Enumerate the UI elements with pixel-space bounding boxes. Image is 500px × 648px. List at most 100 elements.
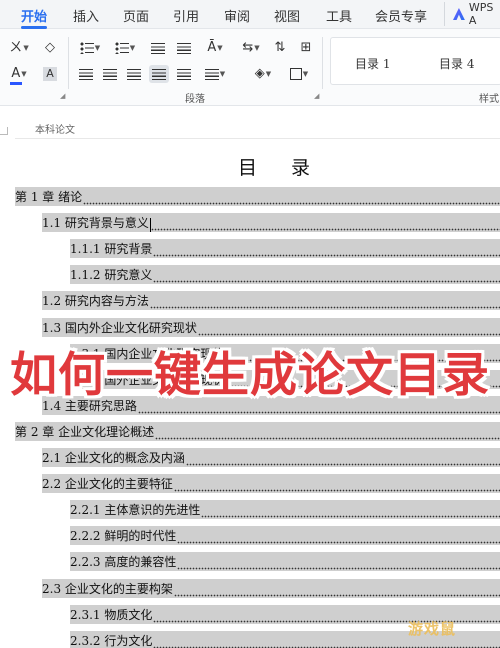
chevron-down-icon: ▼: [217, 44, 223, 52]
toc-entry[interactable]: 第 1 章 绪论: [15, 187, 500, 206]
justify-icon: [152, 68, 166, 80]
toc-dot-leader: [150, 215, 500, 232]
toc-entry-text: 2.2.1 主体意识的先进性: [70, 503, 201, 517]
toc-entry-text: 第 1 章 绪论: [15, 190, 83, 204]
align-center-button[interactable]: [102, 65, 118, 83]
distributed-align-icon: [177, 68, 191, 80]
sort-button[interactable]: ⇅: [272, 39, 288, 57]
text-direction-button[interactable]: Ā ▼: [202, 39, 228, 57]
toc-entry-text: 2.2 企业文化的主要特征: [42, 477, 173, 491]
toc-entry[interactable]: 2.2.2 鲜明的时代性: [70, 526, 500, 545]
toc-entry-text: 第 2 章 企业文化理论概述: [15, 425, 155, 439]
toc-dot-leader: [155, 424, 500, 441]
line-break-icon: ⇆: [242, 40, 254, 55]
toc-entry[interactable]: 第 2 章 企业文化理论概述: [15, 422, 500, 441]
align-right-button[interactable]: [126, 65, 142, 83]
font-color-icon: A: [10, 66, 23, 85]
chevron-down-icon: ▼: [23, 44, 29, 52]
tab-member[interactable]: 会员专享: [375, 6, 427, 25]
toc-dot-leader: [201, 502, 500, 519]
sort-icon: ⇅: [274, 40, 286, 55]
header-divider: [15, 138, 500, 139]
style-gallery: 目录 1 目录 4: [330, 37, 500, 85]
tab-tools[interactable]: 工具: [326, 6, 352, 25]
toc-dot-leader: [177, 528, 500, 545]
show-marks-button[interactable]: ⊞: [298, 39, 314, 57]
toc-dot-leader: [153, 241, 500, 258]
toc-dot-leader: [185, 450, 500, 467]
toc-dot-leader: [83, 189, 500, 206]
margin-corner-mark: [0, 127, 8, 135]
headline-text: 如何一键生成论文目录: [10, 347, 490, 403]
paragraph-group-label: 段落: [185, 94, 205, 105]
align-right-icon: [127, 68, 141, 80]
bullet-list-icon: [79, 42, 94, 54]
style-toc1[interactable]: 目录 1: [355, 55, 390, 72]
tab-view[interactable]: 视图: [274, 6, 300, 25]
toc-entry[interactable]: 1.1.2 研究意义: [70, 265, 500, 284]
toc-entry-text: 1.1 研究背景与意义: [42, 216, 149, 230]
text-direction-icon: Ā: [207, 40, 217, 55]
watermark: 游戏鼠: [407, 619, 456, 638]
tab-insert[interactable]: 插入: [73, 6, 99, 25]
toc-entry-text: 2.1 企业文化的概念及内涵: [42, 451, 185, 465]
overlay-headline: 如何一键生成论文目录: [0, 333, 500, 407]
toc-entry[interactable]: 2.1 企业文化的概念及内涵: [42, 448, 500, 467]
chevron-down-icon: ▼: [265, 70, 272, 78]
toc-entry[interactable]: 2.2 企业文化的主要特征: [42, 474, 500, 493]
paragraph-dialog-launcher-icon[interactable]: ◢: [314, 92, 319, 100]
toc-entry[interactable]: 2.3 企业文化的主要构架: [42, 579, 500, 598]
toc-entry[interactable]: 2.2.1 主体意识的先进性: [70, 500, 500, 519]
justify-button[interactable]: [149, 65, 169, 83]
toc-entry[interactable]: 1.2 研究内容与方法: [42, 291, 500, 310]
toc-entry[interactable]: 2.2.3 高度的兼容性: [70, 552, 500, 571]
toc-entry-text: 2.3.1 物质文化: [70, 608, 153, 622]
chevron-down-icon: ▼: [219, 70, 226, 78]
line-spacing-icon: [204, 68, 219, 80]
toc-entry-text: 2.3.2 行为文化: [70, 634, 153, 648]
character-shading-icon: A: [43, 67, 57, 81]
styles-group-label: 样式: [479, 94, 499, 105]
tab-page[interactable]: 页面: [123, 6, 149, 25]
toc-entry-text: 1.1.1 研究背景: [70, 242, 153, 256]
line-spacing-button[interactable]: ▼: [202, 65, 228, 83]
toc-entry[interactable]: 1.1.1 研究背景: [70, 239, 500, 258]
wps-ai-button[interactable]: WPS A: [444, 1, 500, 27]
toc-entry[interactable]: 1.1 研究背景与意义: [42, 213, 500, 232]
character-shading-button[interactable]: A: [42, 65, 58, 83]
shading-button[interactable]: ◈ ▼: [250, 65, 276, 83]
toc-entry-text: 2.2.2 鲜明的时代性: [70, 529, 177, 543]
phonetic-guide-button[interactable]: ㄨ ▼: [6, 39, 32, 57]
font-color-button[interactable]: A ▼: [6, 65, 32, 85]
toc-entry-text: 2.3 企业文化的主要构架: [42, 582, 173, 596]
border-icon: [289, 68, 302, 80]
chevron-down-icon: ▼: [21, 70, 27, 78]
increase-indent-button[interactable]: [176, 39, 192, 57]
clear-format-button[interactable]: ◇: [42, 39, 58, 57]
show-marks-icon: ⊞: [300, 40, 312, 55]
tab-references[interactable]: 引用: [173, 6, 199, 25]
decrease-indent-button[interactable]: [150, 39, 166, 57]
numbered-list-icon: [114, 42, 129, 54]
ribbon-separator: [322, 37, 323, 89]
numbered-list-button[interactable]: ▼: [113, 39, 137, 57]
borders-button[interactable]: ▼: [286, 65, 312, 83]
toc-title: 目 录: [238, 157, 325, 179]
decrease-indent-icon: [151, 42, 165, 54]
toc-dot-leader: [153, 267, 500, 284]
chevron-down-icon: ▼: [94, 44, 101, 52]
font-dialog-launcher-icon[interactable]: ◢: [60, 92, 65, 100]
distributed-align-button[interactable]: [176, 65, 192, 83]
toc-entry-text: 2.2.3 高度的兼容性: [70, 555, 177, 569]
tab-home[interactable]: 开始: [21, 6, 47, 25]
line-break-button[interactable]: ⇆ ▼: [238, 39, 264, 57]
toc-dot-leader: [177, 554, 500, 571]
style-toc4[interactable]: 目录 4: [439, 55, 474, 72]
align-left-icon: [79, 68, 93, 80]
bullet-list-button[interactable]: ▼: [78, 39, 102, 57]
document-page[interactable]: 本科论文 目 录 第 1 章 绪论 1.1 研究背景与意义 1.1.1 研究背景 1.…: [0, 107, 500, 648]
tab-review[interactable]: 审阅: [224, 6, 250, 25]
toc-dot-leader: [173, 476, 500, 493]
wps-ai-label: WPS A: [468, 1, 494, 27]
align-left-button[interactable]: [78, 65, 94, 83]
